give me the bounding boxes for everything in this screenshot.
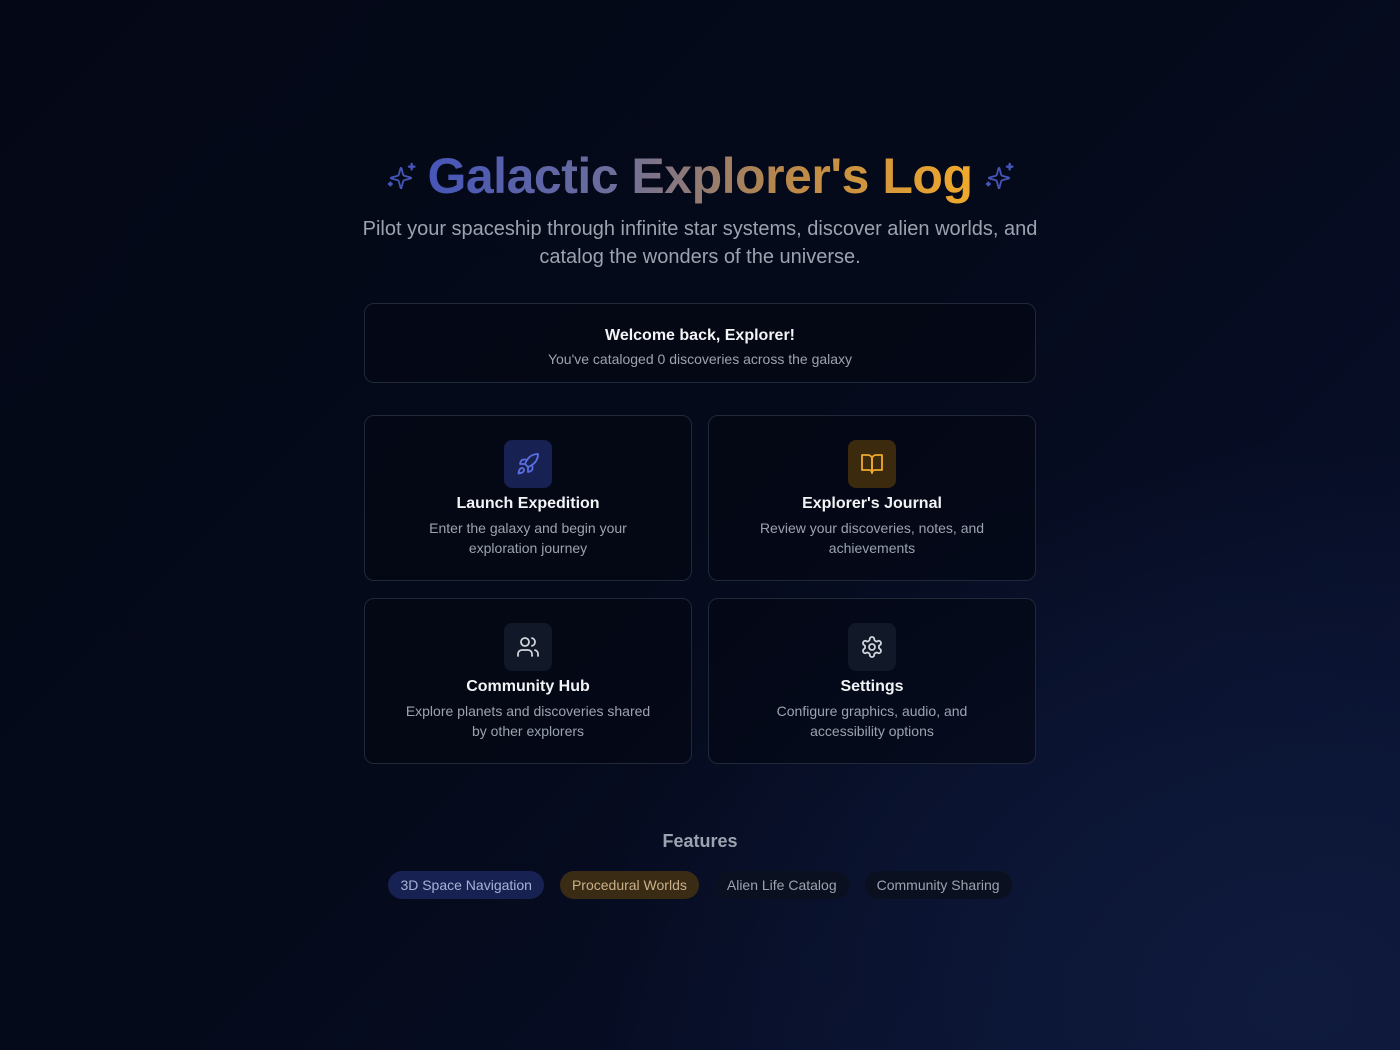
welcome-subtitle: You've cataloged 0 discoveries across th… — [547, 351, 853, 367]
feature-chip: Alien Life Catalog — [714, 871, 849, 899]
feature-chip: 3D Space Navigation — [388, 871, 544, 899]
menu-grid: Launch Expedition Enter the galaxy and b… — [364, 415, 1036, 764]
sparkles-icon — [983, 160, 1015, 192]
launch-expedition-card[interactable]: Launch Expedition Enter the galaxy and b… — [364, 415, 692, 581]
users-icon — [504, 623, 552, 671]
sparkles-icon — [385, 160, 417, 192]
feature-chip: Community Sharing — [864, 871, 1012, 899]
page-subtitle: Pilot your spaceship through infinite st… — [362, 218, 1038, 268]
feature-chip: Procedural Worlds — [559, 871, 699, 899]
welcome-title: Welcome back, Explorer! — [605, 327, 795, 344]
features-heading: Features — [662, 831, 738, 851]
explorers-journal-card[interactable]: Explorer's Journal Review your discoveri… — [708, 415, 1036, 581]
settings-card[interactable]: Settings Configure graphics, audio, and … — [708, 598, 1036, 764]
page-title: Galactic Explorer's Log — [427, 148, 973, 204]
rocket-icon — [504, 440, 552, 488]
welcome-panel: Welcome back, Explorer! You've cataloged… — [364, 303, 1036, 383]
card-title: Launch Expedition — [456, 495, 600, 512]
card-description: Review your discoveries, notes, and achi… — [759, 520, 985, 556]
card-title: Explorer's Journal — [802, 495, 942, 512]
card-description: Enter the galaxy and begin your explorat… — [429, 520, 627, 556]
card-description: Configure graphics, audio, and accessibi… — [776, 703, 968, 739]
card-title: Community Hub — [466, 678, 590, 695]
card-title: Settings — [840, 678, 904, 695]
gear-icon — [848, 623, 896, 671]
features-list: 3D Space Navigation Procedural Worlds Al… — [364, 871, 1036, 899]
book-icon — [848, 440, 896, 488]
title-row: Galactic Explorer's Log — [364, 148, 1036, 204]
card-description: Explore planets and discoveries shared b… — [405, 703, 651, 739]
community-hub-card[interactable]: Community Hub Explore planets and discov… — [364, 598, 692, 764]
